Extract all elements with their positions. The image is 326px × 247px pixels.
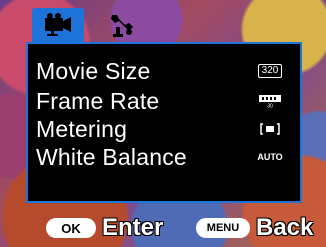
menu-item-frame-rate[interactable]: Frame Rate 30 — [36, 88, 290, 114]
back-label: Back — [256, 214, 314, 241]
white-balance-value: AUTO — [257, 152, 283, 162]
menu-button[interactable]: MENU — [196, 218, 250, 238]
auto-white-balance-icon: AUTO — [250, 152, 290, 162]
menu-item-movie-size[interactable]: Movie Size 320 — [36, 58, 290, 84]
menu-item-label: Movie Size — [36, 57, 151, 84]
camera-menu-screen: Movie Size 320 Frame Rate 30 Metering Wh… — [0, 0, 326, 247]
ok-enter-hint[interactable]: OK Enter — [46, 214, 163, 242]
tab-video[interactable] — [32, 8, 84, 42]
menu-item-white-balance[interactable]: White Balance AUTO — [36, 144, 290, 170]
center-metering-icon — [250, 122, 290, 136]
enter-label: Enter — [102, 214, 164, 241]
tab-setup[interactable] — [96, 8, 148, 42]
resolution-320-icon: 320 — [250, 64, 290, 78]
menu-back-hint[interactable]: MENU Back — [196, 214, 313, 242]
movie-size-value: 320 — [257, 64, 283, 78]
frame-rate-30-icon: 30 — [250, 94, 290, 108]
menu-item-label: White Balance — [36, 143, 187, 170]
frame-rate-value: 30 — [267, 104, 273, 109]
menu-item-label: Frame Rate — [36, 87, 160, 114]
menu-item-metering[interactable]: Metering — [36, 116, 290, 142]
menu-panel: Movie Size 320 Frame Rate 30 Metering Wh… — [26, 42, 302, 203]
wrench-icon — [107, 11, 137, 39]
video-camera-icon — [41, 12, 75, 38]
menu-item-label: Metering — [36, 115, 128, 142]
ok-button[interactable]: OK — [46, 218, 96, 238]
